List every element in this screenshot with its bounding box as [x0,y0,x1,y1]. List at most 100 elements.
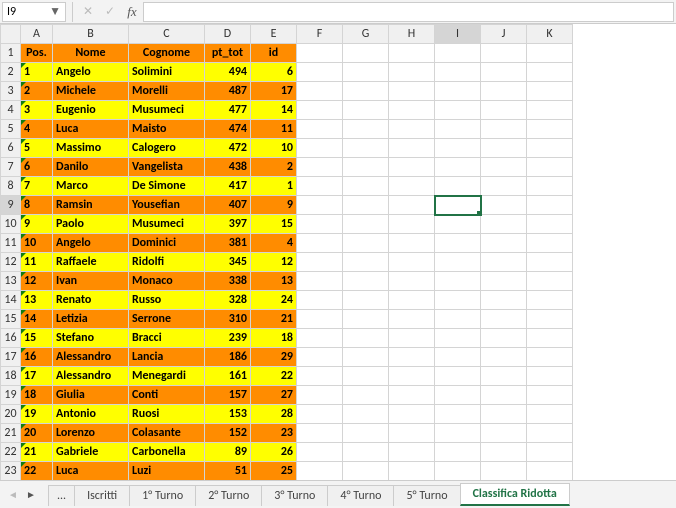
cell-F21[interactable] [297,424,343,443]
cell-pos-22[interactable]: 21 [21,443,53,462]
cell-cognome-17[interactable]: Lancia [129,348,205,367]
cell-id-21[interactable]: 23 [251,424,297,443]
cell-cognome-12[interactable]: Ridolfi [129,253,205,272]
cell-J22[interactable] [481,443,527,462]
cell-H6[interactable] [389,139,435,158]
cell-pt-3[interactable]: 487 [205,82,251,101]
cell-G2[interactable] [343,63,389,82]
cell-H21[interactable] [389,424,435,443]
cell-pt-4[interactable]: 477 [205,101,251,120]
cell-J7[interactable] [481,158,527,177]
cell-I16[interactable] [435,329,481,348]
cell-id-11[interactable]: 4 [251,234,297,253]
cell-F6[interactable] [297,139,343,158]
cell-G19[interactable] [343,386,389,405]
cell-I17[interactable] [435,348,481,367]
cell-G22[interactable] [343,443,389,462]
cell-nome-19[interactable]: Giulia [53,386,129,405]
cell-G4[interactable] [343,101,389,120]
cell-pos-11[interactable]: 10 [21,234,53,253]
cell-I19[interactable] [435,386,481,405]
header-id[interactable]: id [251,44,297,63]
cell-cognome-23[interactable]: Luzi [129,462,205,481]
cell-nome-9[interactable]: Ramsin [53,196,129,215]
cell-cognome-5[interactable]: Maisto [129,120,205,139]
cell-pt-12[interactable]: 345 [205,253,251,272]
sheet-tab--[interactable]: ... [48,485,75,506]
cell-J19[interactable] [481,386,527,405]
cell-pt-5[interactable]: 474 [205,120,251,139]
row-header-23[interactable]: 23 [1,462,21,481]
cell-cognome-20[interactable]: Ruosi [129,405,205,424]
cell-G17[interactable] [343,348,389,367]
row-header-6[interactable]: 6 [1,139,21,158]
header-pt[interactable]: pt_tot [205,44,251,63]
cell-cognome-21[interactable]: Colasante [129,424,205,443]
cell-F7[interactable] [297,158,343,177]
cell-id-10[interactable]: 15 [251,215,297,234]
cell-I15[interactable] [435,310,481,329]
cell-id-20[interactable]: 28 [251,405,297,424]
cell-cognome-3[interactable]: Morelli [129,82,205,101]
cell-nome-4[interactable]: Eugenio [53,101,129,120]
cell-K23[interactable] [527,462,573,481]
cell-K20[interactable] [527,405,573,424]
row-header-11[interactable]: 11 [1,234,21,253]
cell-pos-17[interactable]: 16 [21,348,53,367]
cell-id-6[interactable]: 10 [251,139,297,158]
cell-id-4[interactable]: 14 [251,101,297,120]
col-header-D[interactable]: D [205,25,251,44]
sheet-tab-iscritti[interactable]: Iscritti [74,485,130,506]
cell-G3[interactable] [343,82,389,101]
cell-I9[interactable] [435,196,481,215]
cell-cognome-18[interactable]: Menegardi [129,367,205,386]
cell-id-19[interactable]: 27 [251,386,297,405]
cell-cognome-4[interactable]: Musumeci [129,101,205,120]
cell-pos-12[interactable]: 11 [21,253,53,272]
header-nome[interactable]: Nome [53,44,129,63]
cell-I23[interactable] [435,462,481,481]
header-pos[interactable]: Pos. [21,44,53,63]
cell-K4[interactable] [527,101,573,120]
cell-H18[interactable] [389,367,435,386]
col-header-I[interactable]: I [435,25,481,44]
cell-pt-8[interactable]: 417 [205,177,251,196]
cell-H15[interactable] [389,310,435,329]
cell-cognome-9[interactable]: Yousefian [129,196,205,215]
cell-F1[interactable] [297,44,343,63]
sheet-tab-5-turno[interactable]: 5° Turno [393,485,460,506]
cell-pt-11[interactable]: 381 [205,234,251,253]
cell-J11[interactable] [481,234,527,253]
cell-F20[interactable] [297,405,343,424]
cell-cognome-15[interactable]: Serrone [129,310,205,329]
cell-J6[interactable] [481,139,527,158]
cell-pt-2[interactable]: 494 [205,63,251,82]
cell-J4[interactable] [481,101,527,120]
cell-nome-23[interactable]: Luca [53,462,129,481]
cell-pos-16[interactable]: 15 [21,329,53,348]
cell-I10[interactable] [435,215,481,234]
cell-cognome-2[interactable]: Solimini [129,63,205,82]
cell-G18[interactable] [343,367,389,386]
cell-F12[interactable] [297,253,343,272]
cell-nome-8[interactable]: Marco [53,177,129,196]
cell-pos-14[interactable]: 13 [21,291,53,310]
cell-id-18[interactable]: 22 [251,367,297,386]
cell-H23[interactable] [389,462,435,481]
cell-pos-4[interactable]: 3 [21,101,53,120]
cell-cognome-6[interactable]: Calogero [129,139,205,158]
col-header-A[interactable]: A [21,25,53,44]
cell-pt-20[interactable]: 153 [205,405,251,424]
cell-K19[interactable] [527,386,573,405]
cell-nome-11[interactable]: Angelo [53,234,129,253]
cell-I1[interactable] [435,44,481,63]
row-header-16[interactable]: 16 [1,329,21,348]
cell-nome-10[interactable]: Paolo [53,215,129,234]
cell-cognome-22[interactable]: Carbonella [129,443,205,462]
cell-F2[interactable] [297,63,343,82]
sheet-tab-2-turno[interactable]: 2° Turno [195,485,262,506]
cell-J5[interactable] [481,120,527,139]
cell-I18[interactable] [435,367,481,386]
cell-pt-10[interactable]: 397 [205,215,251,234]
cell-H3[interactable] [389,82,435,101]
